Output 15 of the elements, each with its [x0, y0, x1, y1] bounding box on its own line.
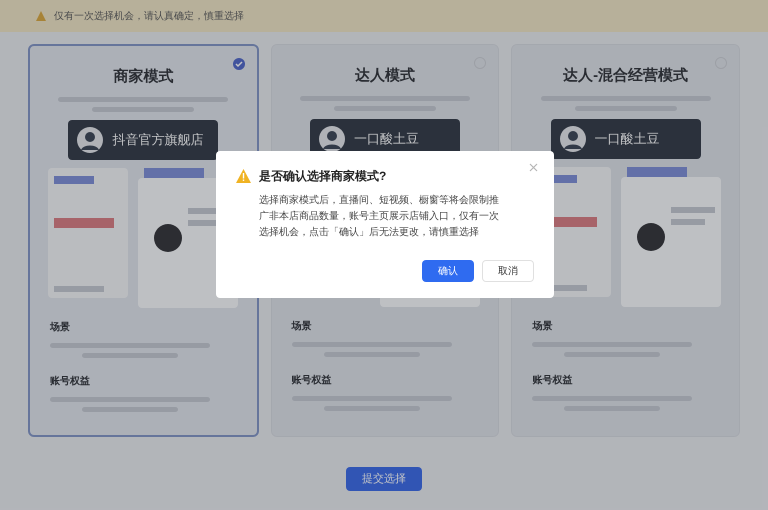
- dialog-message: 选择商家模式后，直播间、短视频、橱窗等将会限制推广非本店商品数量，账号主页展示店铺入口，仅有一次选择机会，点击「确认」后无法更改，请慎重选择: [259, 194, 500, 240]
- store-name: 抖音官方旗舰店: [112, 130, 204, 149]
- store-name: 一口酸土豆: [354, 130, 419, 148]
- card-title: 商家模式: [113, 67, 174, 87]
- dialog-title: 是否确认选择商家模式?: [259, 168, 386, 185]
- section-heading: 场景: [50, 320, 70, 334]
- store-name: 一口酸土豆: [594, 130, 660, 148]
- section-heading: 场景: [532, 320, 552, 334]
- card-title: 达人模式: [355, 66, 415, 86]
- section-heading: 账号权益: [532, 374, 572, 388]
- section-heading: 账号权益: [50, 374, 90, 388]
- section-heading: 场景: [292, 320, 312, 334]
- banner-text: 仅有一次选择机会，请认真确定，慎重选择: [54, 10, 244, 24]
- card-title: 达人-混合经营模式: [563, 66, 688, 86]
- section-heading: 账号权益: [292, 374, 332, 388]
